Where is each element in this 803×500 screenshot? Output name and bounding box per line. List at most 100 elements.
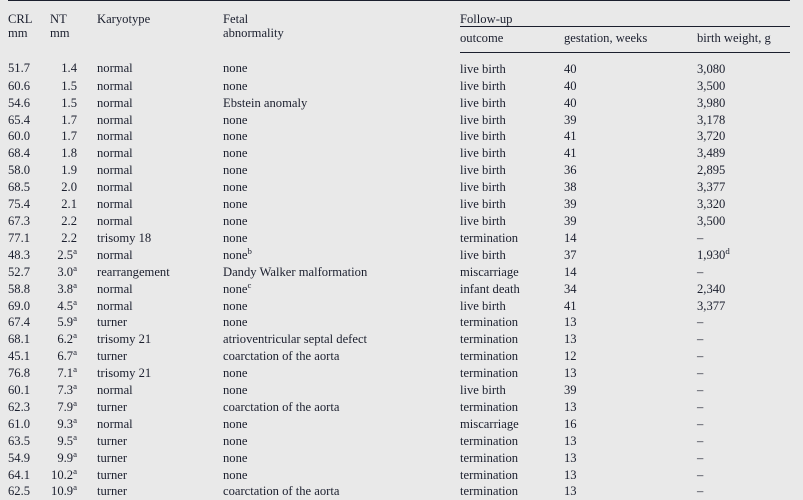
cell-outcome: live birth [460, 61, 506, 76]
cell-nt-value: 7.1a [57, 363, 77, 381]
column-header-nt: NT mm [50, 1, 97, 53]
cell-outcome: live birth [460, 129, 506, 144]
cell-gestation: 34 [564, 281, 577, 296]
cell-birth-weight: – [697, 366, 704, 381]
cell-outcome: termination [460, 332, 519, 347]
cell-nt-value: 7.3a [57, 380, 77, 398]
cell-karyotype: normal [97, 180, 133, 195]
cell-birth-weight: 3,500 [697, 78, 726, 93]
column-header-outcome: outcome [460, 26, 564, 53]
cell-outcome: live birth [460, 247, 506, 262]
cell-crl: 65.4 [8, 112, 31, 127]
cell-nt: 7.3a [50, 380, 97, 399]
column-header-birth-weight: birth weight, g [697, 26, 791, 53]
cell-karyotype: turner [97, 399, 128, 414]
cell-birth-weight: – [697, 230, 704, 245]
cell-outcome: live birth [460, 146, 506, 161]
cell-nt: 2.2 [50, 230, 97, 247]
column-header-nt-line2: mm [50, 26, 70, 41]
cell-crl: 61.0 [8, 416, 31, 431]
cell-karyotype: turner [97, 433, 128, 448]
cell-karyotype: trisomy 18 [97, 230, 152, 245]
cell-birth-weight: – [697, 399, 704, 414]
cell-outcome: termination [460, 230, 519, 245]
cell-birth-weight: 2,895 [697, 163, 726, 178]
cell-fetal-abnormality: none [223, 315, 248, 330]
cell-nt-footnote-marker: a [73, 245, 77, 256]
cell-nt: 5.9a [50, 314, 97, 331]
table-row: 62.3 7.9a turner coarctation of the aorta te… [8, 397, 790, 416]
cell-nt-value: 10.2a [51, 465, 77, 482]
cell-karyotype: turner [97, 467, 128, 482]
cell-karyotype: turner [97, 315, 128, 330]
cell-nt: 10.9a [50, 483, 97, 500]
table-row: 52.7 3.0a rearrangement Dandy Walker malfor… [8, 263, 790, 281]
cell-birth-weight: – [697, 332, 704, 347]
cell-nt: 3.8a [50, 280, 97, 298]
cell-fetal-abnormality: none [223, 180, 248, 195]
cell-nt-value: 9.5a [57, 431, 77, 448]
cell-nt: 1.5 [50, 95, 97, 112]
cell-outcome: termination [460, 467, 519, 482]
cell-birth-weight: 1,930d [697, 245, 730, 262]
cell-nt-footnote-marker: a [73, 431, 77, 442]
cell-karyotype: normal [97, 61, 133, 76]
cell-outcome: termination [460, 433, 519, 448]
cell-karyotype: turner [97, 450, 128, 465]
cell-birth-weight: 3,080 [697, 61, 726, 76]
cell-outcome: miscarriage [460, 416, 519, 431]
cell-nt-value: 1.4 [61, 61, 77, 76]
cell-crl: 69.0 [8, 298, 31, 313]
cell-birth-weight: 3,720 [697, 129, 726, 144]
cell-nt-value: 5.9a [57, 313, 77, 330]
cell-gestation: 39 [564, 383, 577, 398]
cell-fetal-abnormality: none [223, 112, 248, 127]
column-group-header-followup: Follow-up [460, 0, 791, 28]
cell-gestation: 13 [564, 433, 577, 448]
cell-nt-footnote-marker: a [73, 397, 77, 408]
cell-gestation: 13 [564, 332, 577, 347]
cell-nt-value: 1.5 [61, 78, 77, 93]
cell-nt: 9.9a [50, 449, 97, 467]
cell-fetal-abnormality: none [223, 230, 248, 245]
cell-nt-value: 1.7 [61, 112, 77, 127]
cell-fetal-abnormality: none [223, 298, 248, 313]
cell-nt-value: 10.9a [51, 482, 77, 499]
table-body: 51.7 1.4 normal none live birth 40 3,080 60.6 1.… [8, 52, 790, 500]
table-row: 67.4 5.9a turner none termination 13 – [8, 314, 790, 331]
table-container: CRL mm NT mm Karyotype Fetal abnormality… [0, 0, 803, 500]
column-header-nt-line1: NT [50, 12, 67, 26]
cell-crl: 60.0 [8, 129, 31, 144]
cell-nt-value: 2.0 [61, 180, 77, 195]
cell-nt-value: 9.3a [57, 414, 77, 431]
cell-fetal-abnormality: coarctation of the aorta [223, 399, 340, 414]
table-row: 54.6 1.5 normal Ebstein anomaly live birth 40… [8, 95, 790, 112]
table-row: 68.5 2.0 normal none live birth 38 3,377 [8, 179, 790, 196]
column-header-crl: CRL mm [8, 1, 50, 53]
cell-gestation: 13 [564, 484, 577, 499]
cell-gestation: 13 [564, 467, 577, 482]
cell-crl: 60.1 [8, 383, 31, 398]
cell-birth-weight: – [697, 349, 704, 364]
cell-outcome: live birth [460, 383, 506, 398]
cell-fetal-abnormality-footnote-marker: b [247, 245, 252, 256]
cell-karyotype: normal [97, 298, 133, 313]
cell-gestation: 13 [564, 450, 577, 465]
cell-fetal-abnormality: none [223, 61, 248, 76]
cell-gestation: 39 [564, 112, 577, 127]
cell-crl: 52.7 [8, 264, 31, 279]
cell-crl: 62.3 [8, 399, 31, 414]
cell-birth-weight: 3,489 [697, 146, 726, 161]
cell-nt-value: 2.5a [57, 245, 77, 262]
cell-nt: 6.2a [50, 331, 97, 348]
table-row: 63.5 9.5a turner none termination 13 – [8, 431, 790, 450]
cell-birth-weight: – [697, 264, 704, 279]
table-row: 68.1 6.2a trisomy 21 atrioventricular septa… [8, 331, 790, 348]
cell-gestation: 41 [564, 146, 577, 161]
cell-crl: 67.4 [8, 315, 31, 330]
cell-outcome: termination [460, 349, 519, 364]
cell-crl: 58.0 [8, 163, 31, 178]
cell-gestation: 13 [564, 315, 577, 330]
column-header-fetal-line1: Fetal [223, 12, 249, 26]
cell-gestation: 14 [564, 230, 577, 245]
